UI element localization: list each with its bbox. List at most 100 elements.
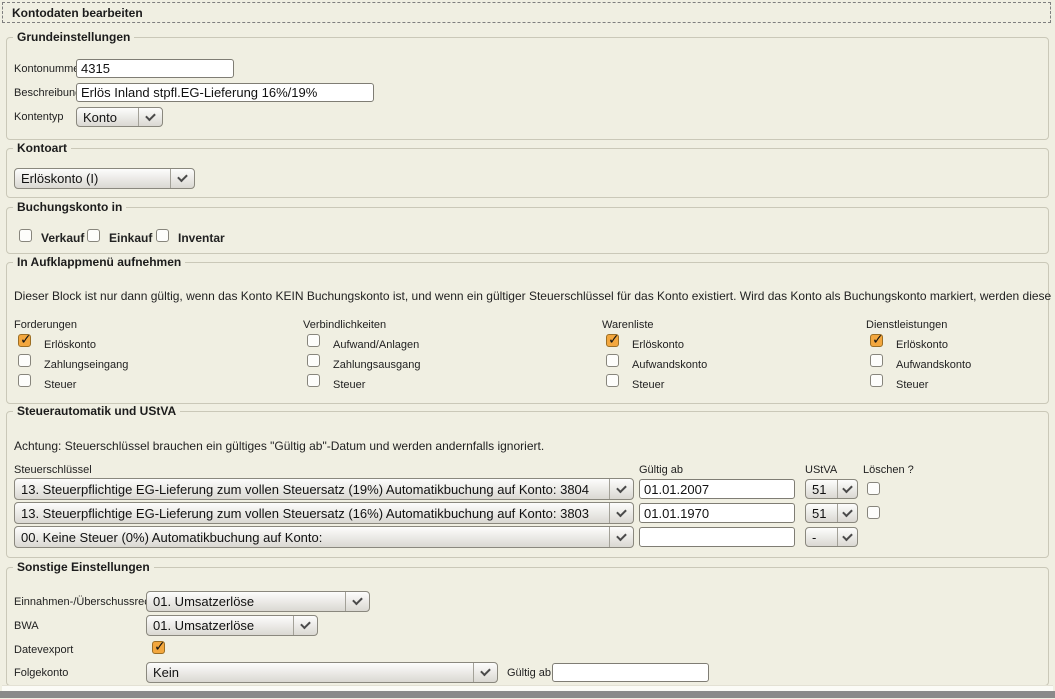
chevron-down-icon (138, 108, 162, 126)
chevron-down-icon (473, 663, 497, 682)
dienstleistungen-erloeskonto-checkbox[interactable] (870, 334, 883, 347)
steuerschluessel-select-row2[interactable]: 13. Steuerpflichtige EG-Lieferung zum vo… (14, 502, 634, 524)
inventar-label: Inventar (178, 231, 225, 245)
loeschen-checkbox-row2[interactable] (867, 506, 880, 519)
bwa-select-value: 01. Umsatzerlöse (147, 616, 293, 635)
section-grundeinstellungen: Grundeinstellungen Kontonummer Beschreib… (6, 37, 1049, 140)
ustva-select-row3[interactable]: - (805, 527, 858, 547)
gueltig-ab-input-row1[interactable] (639, 479, 795, 499)
verbindlichkeiten-zahlungsausgang-label: Zahlungsausgang (333, 359, 420, 371)
section-sonstige: Sonstige Einstellungen Einnahmen-/Übersc… (6, 567, 1049, 686)
steuerschluessel-select-row3[interactable]: 00. Keine Steuer (0%) Automatikbuchung a… (14, 526, 634, 548)
section-kontoart: Kontoart Erlöskonto (I) (6, 148, 1049, 198)
beschreibung-input[interactable] (76, 83, 374, 102)
section-sonstige-legend: Sonstige Einstellungen (13, 560, 154, 574)
section-buchungskonto: Buchungskonto in Verkauf Einkauf Inventa… (6, 207, 1049, 254)
header-steuerschluessel: Steuerschlüssel (14, 464, 92, 476)
folgekonto-label: Folgekonto (14, 667, 68, 679)
kontentyp-label: Kontentyp (14, 111, 64, 123)
steuerschluessel-select-row1[interactable]: 13. Steuerpflichtige EG-Lieferung zum vo… (14, 478, 634, 500)
verbindlichkeiten-aufwand-label: Aufwand/Anlagen (333, 339, 419, 351)
section-steuerautomatik: Steuerautomatik und UStVA Achtung: Steue… (6, 411, 1049, 558)
forderungen-steuer-label: Steuer (44, 379, 76, 391)
kontentyp-select-value: Konto (77, 108, 138, 126)
header-ustva: UStVA (805, 464, 837, 476)
dienstleistungen-aufwandskonto-label: Aufwandskonto (896, 359, 971, 371)
forderungen-erloeskonto-label: Erlöskonto (44, 339, 96, 351)
chevron-down-icon (345, 592, 369, 611)
ustva-select-row1[interactable]: 51 (805, 479, 858, 499)
chevron-down-icon (609, 479, 633, 499)
euer-select[interactable]: 01. Umsatzerlöse (146, 591, 370, 612)
verbindlichkeiten-steuer-checkbox[interactable] (307, 374, 320, 387)
warenliste-erloeskonto-checkbox[interactable] (606, 334, 619, 347)
kontoart-select[interactable]: Erlöskonto (I) (14, 168, 195, 189)
loeschen-checkbox-row1[interactable] (867, 482, 880, 495)
forderungen-zahlungseingang-checkbox[interactable] (18, 354, 31, 367)
inventar-checkbox[interactable] (156, 229, 169, 242)
kontoart-select-value: Erlöskonto (I) (15, 169, 170, 188)
warenliste-aufwandskonto-label: Aufwandskonto (632, 359, 707, 371)
warenliste-erloeskonto-label: Erlöskonto (632, 339, 684, 351)
dienstleistungen-steuer-checkbox[interactable] (870, 374, 883, 387)
dienstleistungen-steuer-label: Steuer (896, 379, 928, 391)
aufklappmenu-note: Dieser Block ist nur dann gültig, wenn d… (14, 289, 1055, 303)
bottom-bar (0, 691, 1055, 698)
steuerschluessel-select-value: 00. Keine Steuer (0%) Automatikbuchung a… (15, 527, 609, 547)
folgekonto-gueltig-ab-label: Gültig ab (507, 667, 551, 679)
forderungen-erloeskonto-checkbox[interactable] (18, 334, 31, 347)
verkauf-label: Verkauf (41, 231, 84, 245)
gueltig-ab-input-row3[interactable] (639, 527, 795, 547)
verbindlichkeiten-steuer-label: Steuer (333, 379, 365, 391)
warenliste-aufwandskonto-checkbox[interactable] (606, 354, 619, 367)
warenliste-steuer-label: Steuer (632, 379, 664, 391)
kontodaten-form: Kontodaten bearbeiten Grundeinstellungen… (0, 0, 1055, 699)
section-aufklappmenu: In Aufklappmenü aufnehmen Dieser Block i… (6, 262, 1049, 404)
verbindlichkeiten-zahlungsausgang-checkbox[interactable] (307, 354, 320, 367)
kontentyp-select[interactable]: Konto (76, 107, 163, 127)
datevexport-label: Datevexport (14, 644, 73, 656)
bwa-label: BWA (14, 620, 39, 632)
steuerschluessel-select-value: 13. Steuerpflichtige EG-Lieferung zum vo… (15, 479, 609, 499)
chevron-down-icon (609, 503, 633, 523)
steuerschluessel-select-value: 13. Steuerpflichtige EG-Lieferung zum vo… (15, 503, 609, 523)
ustva-select-row2[interactable]: 51 (805, 503, 858, 523)
chevron-down-icon (837, 480, 857, 498)
chevron-down-icon (293, 616, 317, 635)
section-buchungskonto-legend: Buchungskonto in (13, 200, 126, 214)
column-title-forderungen: Forderungen (14, 319, 77, 331)
beschreibung-label: Beschreibung (14, 87, 81, 99)
verbindlichkeiten-aufwand-checkbox[interactable] (307, 334, 320, 347)
column-title-verbindlichkeiten: Verbindlichkeiten (303, 319, 386, 331)
kontonummer-label: Kontonummer (14, 63, 83, 75)
verkauf-checkbox[interactable] (19, 229, 32, 242)
column-title-warenliste: Warenliste (602, 319, 654, 331)
section-steuerautomatik-legend: Steuerautomatik und UStVA (13, 404, 180, 418)
section-kontoart-legend: Kontoart (13, 141, 71, 155)
ustva-select-value: 51 (806, 504, 837, 522)
header-gueltig-ab: Gültig ab (639, 464, 683, 476)
ustva-select-value: - (806, 528, 837, 546)
page-title: Kontodaten bearbeiten (3, 6, 143, 20)
page-title-box: Kontodaten bearbeiten (2, 2, 1051, 23)
gueltig-ab-input-row2[interactable] (639, 503, 795, 523)
folgekonto-gueltig-ab-input[interactable] (552, 663, 709, 682)
chevron-down-icon (609, 527, 633, 547)
folgekonto-select[interactable]: Kein (146, 662, 498, 683)
chevron-down-icon (837, 528, 857, 546)
euer-select-value: 01. Umsatzerlöse (147, 592, 345, 611)
steuerautomatik-warning: Achtung: Steuerschlüssel brauchen ein gü… (14, 439, 544, 453)
bwa-select[interactable]: 01. Umsatzerlöse (146, 615, 318, 636)
dienstleistungen-aufwandskonto-checkbox[interactable] (870, 354, 883, 367)
datevexport-checkbox[interactable] (152, 641, 165, 654)
einkauf-checkbox[interactable] (87, 229, 100, 242)
warenliste-steuer-checkbox[interactable] (606, 374, 619, 387)
forderungen-zahlungseingang-label: Zahlungseingang (44, 359, 128, 371)
ustva-select-value: 51 (806, 480, 837, 498)
kontonummer-input[interactable] (76, 59, 234, 78)
header-loeschen: Löschen ? (863, 464, 914, 476)
folgekonto-select-value: Kein (147, 663, 473, 682)
section-grundeinstellungen-legend: Grundeinstellungen (13, 30, 134, 44)
forderungen-steuer-checkbox[interactable] (18, 374, 31, 387)
section-aufklappmenu-legend: In Aufklappmenü aufnehmen (13, 255, 185, 269)
